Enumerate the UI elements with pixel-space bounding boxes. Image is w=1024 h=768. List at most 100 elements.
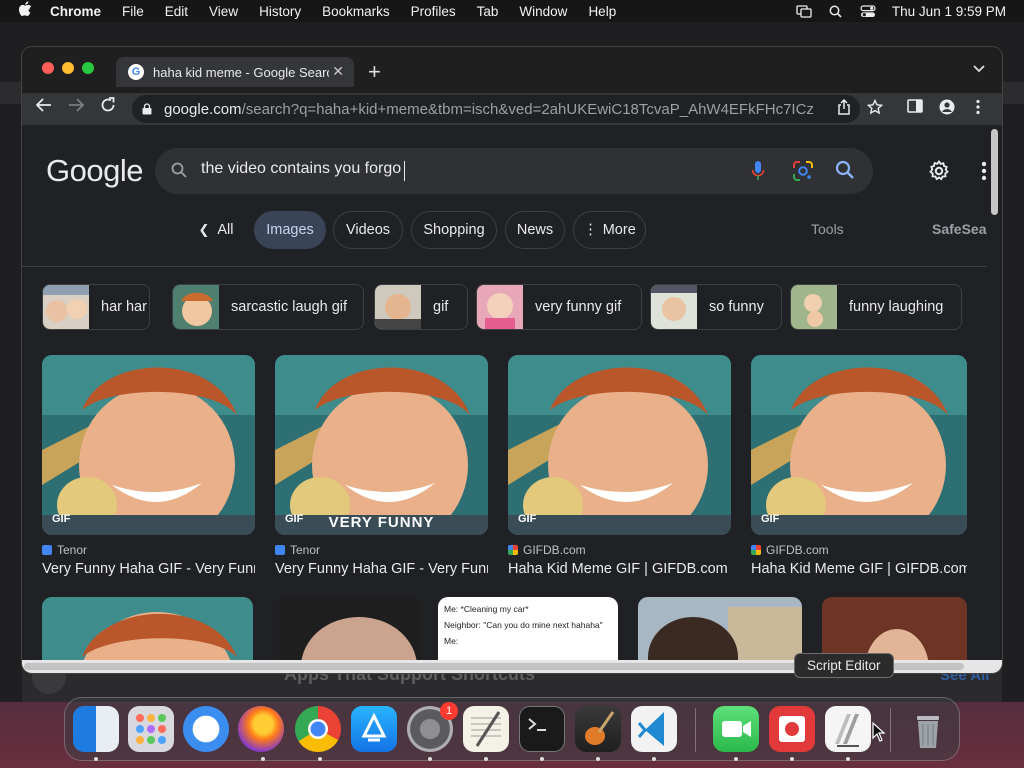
image-result[interactable]: GIF GIFDB.com Haha Kid Meme GIF | GIFDB.… <box>751 355 967 577</box>
running-indicator <box>652 757 656 761</box>
garageband-icon[interactable] <box>575 706 621 752</box>
firefox-icon[interactable] <box>238 706 284 752</box>
image-result[interactable]: GIF GIFDB.com Haha Kid Meme GIF | GIFDB.… <box>508 355 731 577</box>
reload-icon[interactable] <box>100 97 116 118</box>
close-window-button[interactable] <box>42 62 54 74</box>
facetime-icon[interactable] <box>713 706 759 752</box>
chrome-menu-kebab-icon[interactable] <box>976 99 980 120</box>
gifdb-favicon-icon <box>508 545 518 555</box>
control-center-icon[interactable] <box>860 4 876 18</box>
menu-profiles[interactable]: Profiles <box>411 4 456 19</box>
result-source[interactable]: Tenor <box>42 543 255 557</box>
menu-window[interactable]: Window <box>519 4 567 19</box>
safesearch-button[interactable]: SafeSearch <box>932 221 987 237</box>
vscode-icon[interactable] <box>631 706 677 752</box>
browser-toolbar: google.com/search?q=haha+kid+meme&tbm=is… <box>22 93 1002 125</box>
tab-search-chevron-icon[interactable] <box>973 61 985 76</box>
google-logo[interactable]: Google <box>46 153 143 189</box>
result-thumbnail[interactable]: GIF VERY FUNNY <box>275 355 488 535</box>
gif-badge: GIF <box>761 513 780 525</box>
result-thumbnail[interactable]: GIF <box>751 355 967 535</box>
trash-icon[interactable] <box>905 706 951 752</box>
menu-help[interactable]: Help <box>588 4 616 19</box>
menu-view[interactable]: View <box>209 4 238 19</box>
bookmark-star-icon[interactable] <box>866 98 884 120</box>
chrome-icon[interactable] <box>295 706 341 752</box>
search-box[interactable] <box>155 148 873 194</box>
google-lens-icon[interactable] <box>792 160 814 182</box>
vertical-scrollbar[interactable] <box>987 125 1002 660</box>
result-title[interactable]: Haha Kid Meme GIF | GIFDB.com <box>751 561 967 577</box>
menu-history[interactable]: History <box>259 4 301 19</box>
tab-all[interactable]: ❮ All <box>192 211 240 249</box>
menu-edit[interactable]: Edit <box>165 4 188 19</box>
chip-very-funny-gif[interactable]: very funny gif <box>476 284 642 330</box>
share-icon[interactable] <box>837 98 851 120</box>
result-source[interactable]: Tenor <box>275 543 488 557</box>
minimize-window-button[interactable] <box>62 62 74 74</box>
image-result[interactable]: GIF Tenor Very Funny Haha GIF - Very Fun… <box>42 355 255 577</box>
menu-file[interactable]: File <box>122 4 144 19</box>
close-tab-icon[interactable]: ✕ <box>332 63 344 80</box>
apple-menu-icon[interactable] <box>18 1 34 21</box>
app-store-icon[interactable] <box>351 706 397 752</box>
zoom-window-button[interactable] <box>82 62 94 74</box>
result-source[interactable]: GIFDB.com <box>751 543 967 557</box>
scrollbar-thumb[interactable] <box>991 129 998 215</box>
image-result[interactable] <box>42 597 253 660</box>
tab-news[interactable]: News <box>505 211 565 249</box>
voice-search-mic-icon[interactable] <box>751 160 765 182</box>
terminal-icon[interactable] <box>519 706 565 752</box>
image-result[interactable] <box>638 597 802 660</box>
safari-icon[interactable] <box>183 706 229 752</box>
tab-more[interactable]: ⋮ More <box>573 211 646 249</box>
profile-avatar-icon[interactable] <box>939 99 955 120</box>
photo-booth-icon[interactable] <box>769 706 815 752</box>
chip-so-funny[interactable]: so funny <box>650 284 782 330</box>
result-title[interactable]: Haha Kid Meme GIF | GIFDB.com <box>508 561 731 577</box>
menu-bookmarks[interactable]: Bookmarks <box>322 4 390 19</box>
search-submit-icon[interactable] <box>835 160 855 180</box>
result-title[interactable]: Very Funny Haha GIF - Very Funny Haha La… <box>275 561 488 577</box>
result-thumbnail[interactable]: GIF <box>42 355 255 535</box>
result-title[interactable]: Very Funny Haha GIF - Very Funny Haha La… <box>42 561 255 577</box>
tab-videos[interactable]: Videos <box>333 211 403 249</box>
screen-mirroring-icon[interactable] <box>796 4 812 18</box>
bald-man-image <box>822 597 967 660</box>
chip-funny-laughing[interactable]: funny laughing <box>790 284 962 330</box>
result-thumbnail[interactable]: GIF <box>508 355 731 535</box>
image-result[interactable] <box>279 597 421 660</box>
menu-app-name[interactable]: Chrome <box>50 4 101 19</box>
new-tab-icon[interactable]: + <box>368 59 381 85</box>
settings-gear-icon[interactable] <box>928 160 950 182</box>
spotlight-search-icon[interactable] <box>828 5 844 18</box>
menu-tab[interactable]: Tab <box>477 4 499 19</box>
chip-gif[interactable]: gif <box>374 284 468 330</box>
tab-images[interactable]: Images <box>254 211 326 249</box>
result-source[interactable]: GIFDB.com <box>508 543 731 557</box>
menu-bar-clock[interactable]: Thu Jun 1 9:59 PM <box>892 4 1006 19</box>
browser-tab[interactable]: G haha kid meme - Google Search ✕ <box>116 57 354 87</box>
finder-icon[interactable] <box>73 706 119 752</box>
chip-har-har[interactable]: har har <box>42 284 150 330</box>
dock-separator <box>890 708 891 752</box>
back-arrow-icon[interactable] <box>35 97 52 118</box>
image-result[interactable] <box>822 597 967 660</box>
person-photo-image <box>279 597 421 660</box>
textedit-icon[interactable] <box>463 706 509 752</box>
lock-icon[interactable] <box>142 103 152 115</box>
search-input[interactable] <box>201 160 741 178</box>
side-panel-icon[interactable] <box>907 99 923 118</box>
gif-badge: GIF <box>518 513 537 525</box>
laughing-kid-image <box>751 355 967 535</box>
url-text[interactable]: google.com/search?q=haha+kid+meme&tbm=is… <box>164 101 814 118</box>
address-bar[interactable]: google.com/search?q=haha+kid+meme&tbm=is… <box>132 95 860 123</box>
launchpad-icon[interactable] <box>128 706 174 752</box>
chip-sarcastic-laugh-gif[interactable]: sarcastic laugh gif <box>172 284 364 330</box>
script-editor-icon[interactable] <box>825 706 871 752</box>
tab-shopping[interactable]: Shopping <box>411 211 497 249</box>
tools-button[interactable]: Tools <box>811 221 844 237</box>
image-result[interactable]: GIF VERY FUNNY Tenor Very Funny Haha GIF… <box>275 355 488 577</box>
forward-arrow-icon[interactable] <box>68 97 85 118</box>
image-result[interactable]: Me: *Cleaning my car* Neighbor: "Can you… <box>438 597 618 660</box>
